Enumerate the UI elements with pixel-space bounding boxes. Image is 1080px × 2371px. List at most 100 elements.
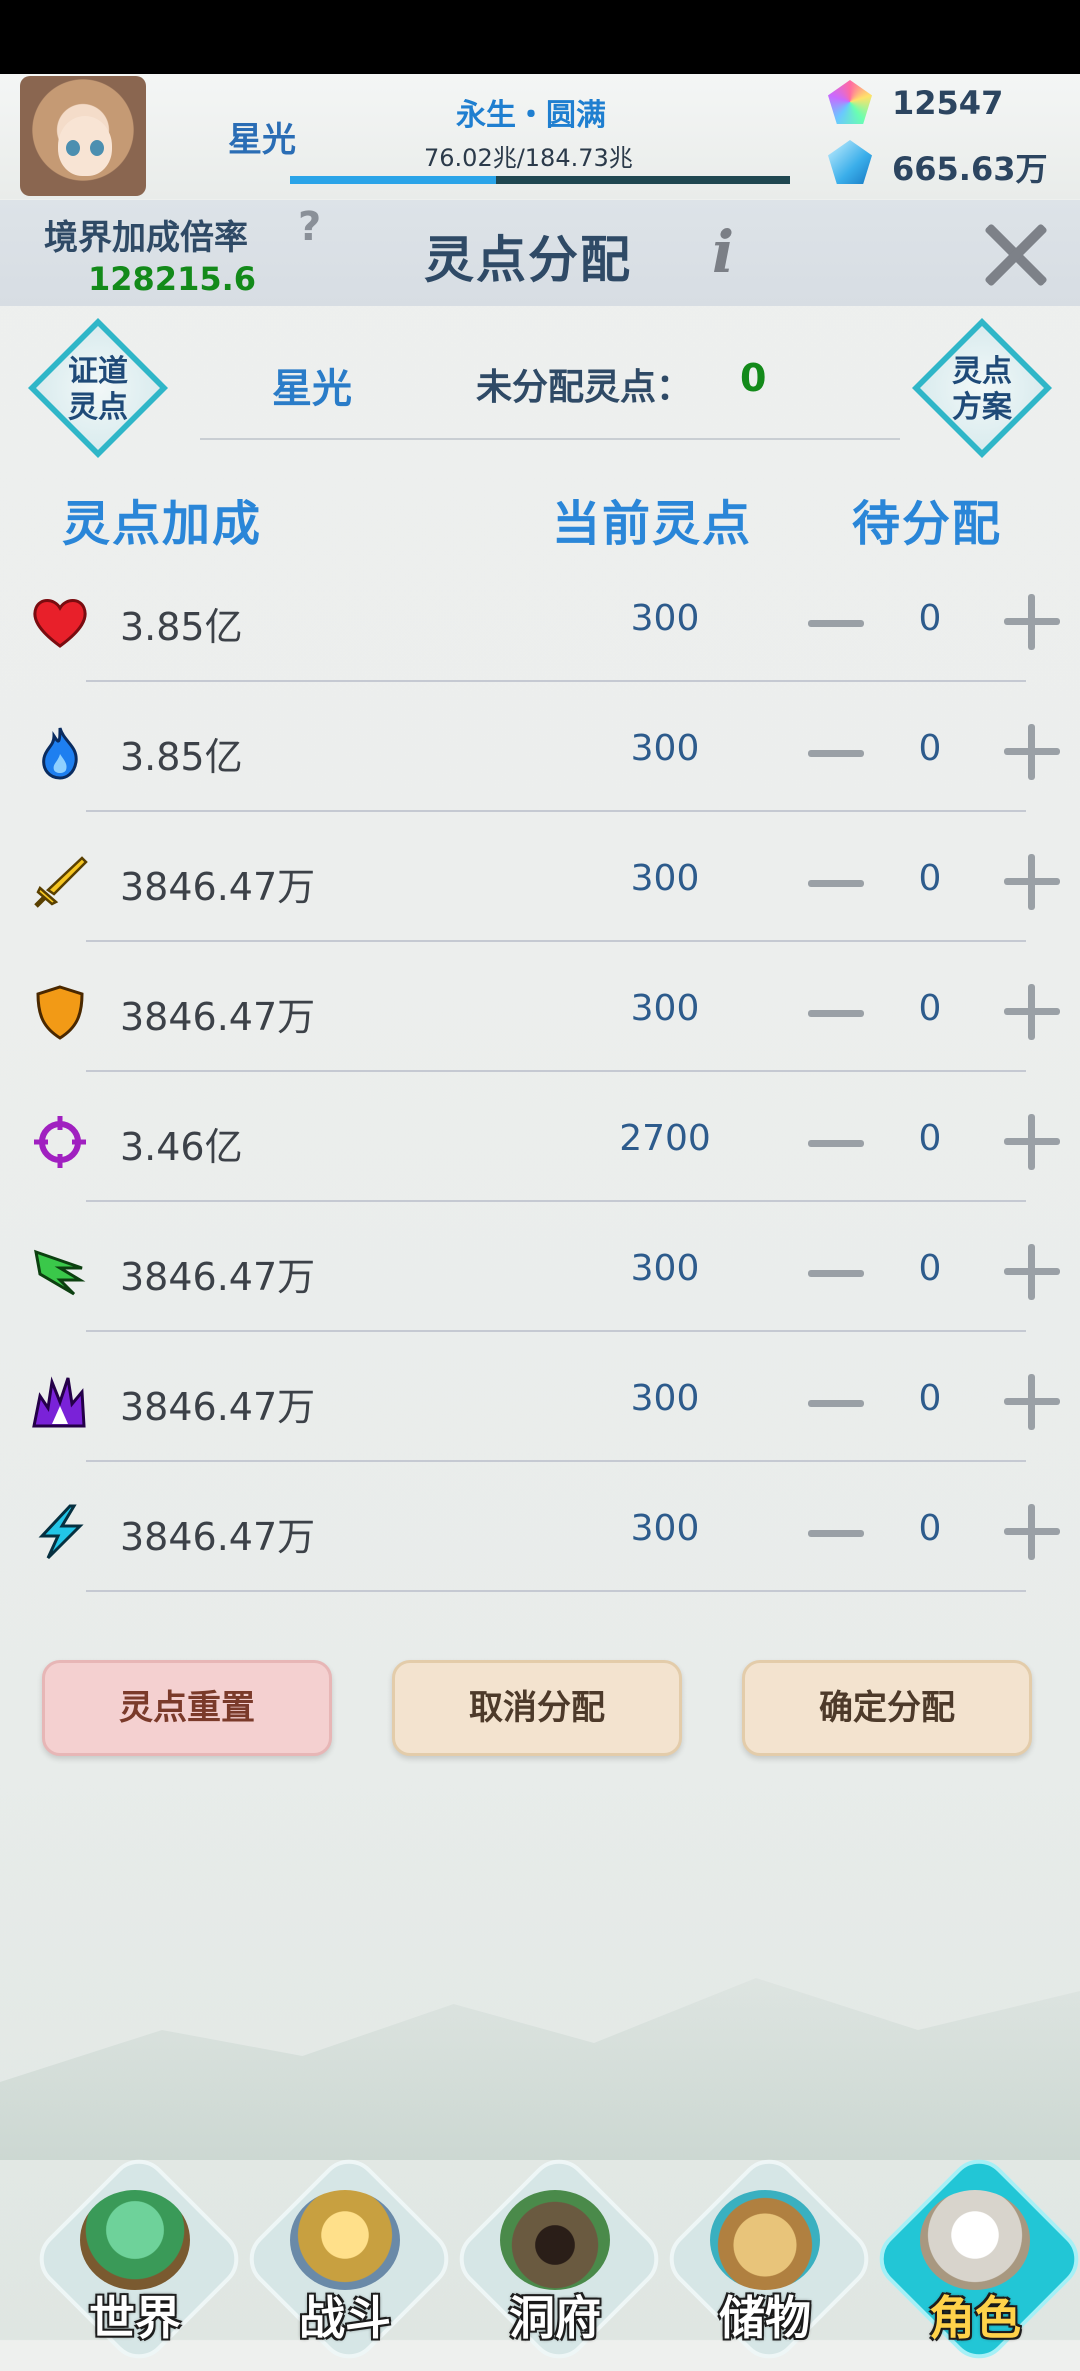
stat-row: 3.46亿 2700 0	[0, 1072, 1080, 1202]
realm-label: 永生・圆满	[456, 98, 606, 133]
sword-icon	[30, 854, 90, 910]
nav-label: 战斗	[299, 2291, 391, 2345]
bottom-nav: 世界 战斗 洞府 储物 角色	[0, 2147, 1080, 2371]
confirm-allocation-button[interactable]: 确定分配	[742, 1660, 1032, 1756]
decrease-button[interactable]	[808, 1384, 864, 1424]
decrease-button[interactable]	[808, 864, 864, 904]
cave-icon	[500, 2190, 610, 2290]
realm-bonus-label: 境界加成倍率	[44, 218, 248, 258]
realm-bonus-value: 128215.6	[88, 260, 257, 298]
nav-item-3[interactable]: 储物	[657, 2147, 881, 2371]
point-plan-label-2: 方案	[952, 390, 1012, 425]
column-pending: 待分配	[852, 496, 1003, 552]
decrease-button[interactable]	[808, 1514, 864, 1554]
nav-item-0[interactable]: 世界	[27, 2147, 251, 2371]
increase-button[interactable]	[1004, 1244, 1060, 1300]
stat-pending: 0	[918, 728, 942, 769]
nav-item-1[interactable]: 战斗	[237, 2147, 461, 2371]
exp-bar	[290, 176, 790, 184]
burst-icon	[30, 1374, 90, 1430]
stat-current: 300	[630, 858, 700, 899]
column-bonus: 灵点加成	[62, 496, 263, 552]
stat-pending: 0	[918, 1118, 942, 1159]
column-current: 当前灵点	[552, 496, 753, 552]
stat-row: 3846.47万 300 0	[0, 942, 1080, 1072]
stat-row: 3846.47万 300 0	[0, 1332, 1080, 1462]
stat-bonus: 3.46亿	[120, 1125, 243, 1169]
island-icon	[80, 2190, 190, 2290]
stat-bonus: 3846.47万	[120, 995, 316, 1039]
point-plan-label-1: 灵点	[952, 354, 1012, 389]
currency-crystals: 665.63万	[892, 150, 1048, 188]
info-icon[interactable]: i	[712, 218, 734, 286]
unallocated-value: 0	[740, 356, 767, 400]
unallocated-label: 未分配灵点：	[476, 367, 693, 408]
stat-current: 300	[630, 988, 700, 1029]
stat-bonus: 3846.47万	[120, 1385, 316, 1429]
player-name: 星光	[228, 120, 296, 160]
stat-bonus: 3846.47万	[120, 1515, 316, 1559]
stat-pending: 0	[918, 1248, 942, 1289]
stat-pending: 0	[918, 988, 942, 1029]
stat-current: 300	[630, 1378, 700, 1419]
increase-button[interactable]	[1004, 724, 1060, 780]
increase-button[interactable]	[1004, 1374, 1060, 1430]
stat-row: 3.85亿 300 0	[0, 552, 1080, 682]
crosshair-icon	[30, 1114, 90, 1170]
stat-current: 2700	[619, 1118, 711, 1159]
stat-row: 3846.47万 300 0	[0, 1202, 1080, 1332]
stat-bonus: 3.85亿	[120, 735, 243, 779]
nav-label: 储物	[719, 2291, 811, 2345]
increase-button[interactable]	[1004, 984, 1060, 1040]
proof-points-label-2: 灵点	[68, 390, 128, 425]
divider	[200, 438, 900, 440]
decrease-button[interactable]	[808, 734, 864, 774]
status-bar	[0, 0, 1080, 74]
stat-pending: 0	[918, 858, 942, 899]
help-icon[interactable]: ?	[298, 204, 321, 250]
decrease-button[interactable]	[808, 604, 864, 644]
stat-pending: 0	[918, 1508, 942, 1549]
decrease-button[interactable]	[808, 1254, 864, 1294]
cancel-allocation-button[interactable]: 取消分配	[392, 1660, 682, 1756]
decrease-button[interactable]	[808, 1124, 864, 1164]
nav-label: 角色	[929, 2291, 1021, 2345]
character-name: 星光	[272, 366, 352, 412]
increase-button[interactable]	[1004, 594, 1060, 650]
battle-shield-icon	[290, 2190, 400, 2290]
exp-text: 76.02兆/184.73兆	[424, 144, 633, 172]
proof-points-button[interactable]: 证道 灵点	[28, 318, 168, 458]
increase-button[interactable]	[1004, 854, 1060, 910]
increase-button[interactable]	[1004, 1114, 1060, 1170]
mountain-backdrop	[0, 1978, 1080, 2160]
stat-row: 3.85亿 300 0	[0, 682, 1080, 812]
wing-icon	[30, 1244, 90, 1300]
stat-row: 3846.47万 300 0	[0, 812, 1080, 942]
proof-points-label-1: 证道	[68, 354, 128, 389]
stat-current: 300	[630, 598, 700, 639]
nav-label: 世界	[89, 2291, 181, 2345]
avatar[interactable]	[20, 76, 146, 196]
stat-row: 3846.47万 300 0	[0, 1462, 1080, 1592]
nav-label: 洞府	[509, 2291, 601, 2345]
flame-icon	[30, 724, 90, 780]
increase-button[interactable]	[1004, 1504, 1060, 1560]
stat-pending: 0	[918, 1378, 942, 1419]
bag-icon	[710, 2190, 820, 2290]
point-plan-button[interactable]: 灵点 方案	[912, 318, 1052, 458]
character-icon	[920, 2190, 1030, 2290]
page-title: 灵点分配	[424, 231, 632, 289]
stat-bonus: 3.85亿	[120, 605, 243, 649]
lightning-icon	[30, 1504, 90, 1560]
nav-item-2[interactable]: 洞府	[447, 2147, 671, 2371]
nav-item-4[interactable]: 角色	[867, 2147, 1080, 2371]
stat-pending: 0	[918, 598, 942, 639]
reset-points-button[interactable]: 灵点重置	[42, 1660, 332, 1756]
decrease-button[interactable]	[808, 994, 864, 1034]
shield-icon	[30, 984, 90, 1040]
row-divider	[86, 1590, 1026, 1592]
currency-gems: 12547	[892, 84, 1004, 122]
close-icon[interactable]	[980, 222, 1052, 288]
stat-current: 300	[630, 1508, 700, 1549]
stat-bonus: 3846.47万	[120, 1255, 316, 1299]
